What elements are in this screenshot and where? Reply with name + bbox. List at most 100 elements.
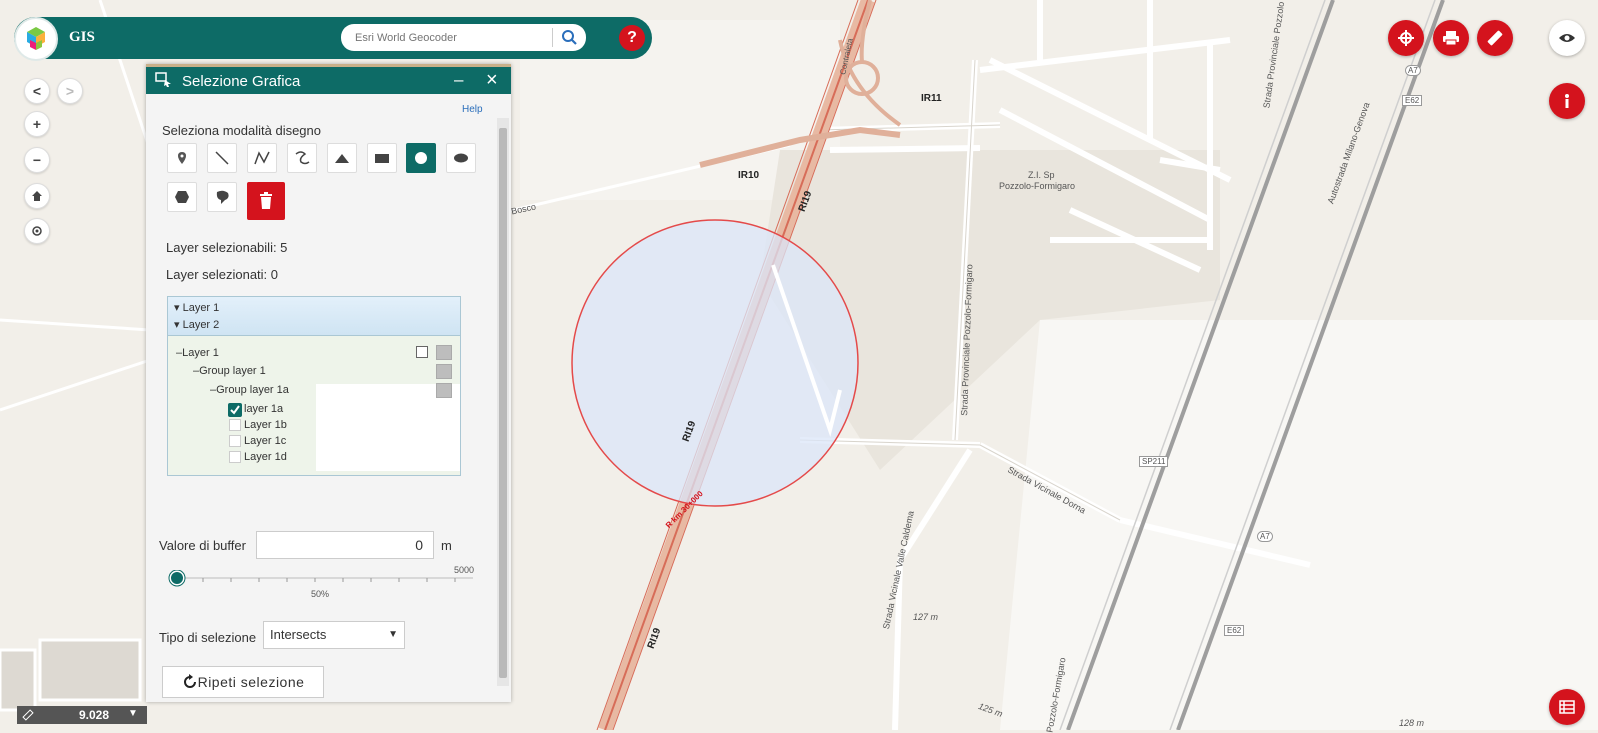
refresh-icon (183, 674, 196, 688)
locate-icon (32, 226, 42, 236)
zoom-in-button[interactable]: + (24, 111, 50, 137)
tree-head-layer-1-label: Layer 1 (182, 302, 220, 314)
label-ir10: IR10 (738, 170, 760, 181)
label-e62-a: E62 (1402, 95, 1423, 106)
selected-layers-count: Layer selezionati: 0 (166, 267, 279, 282)
home-button[interactable] (24, 183, 50, 209)
print-icon (1443, 31, 1459, 46)
pin-icon (178, 152, 186, 164)
draw-line-button[interactable] (207, 143, 237, 173)
layer-1b-checkbox[interactable] (229, 419, 241, 431)
layer-1-checkbox[interactable] (416, 346, 428, 358)
chevron-left-icon: < (32, 83, 42, 99)
selectable-layers-count: Layer selezionabili: 5 (166, 240, 288, 255)
tree-layer-1c[interactable]: Layer 1c (244, 435, 286, 447)
identify-tool-icon (1398, 30, 1414, 46)
repeat-selection-label: Ripeti selezione (197, 674, 305, 690)
minus-icon: − (32, 152, 42, 168)
draw-mode-label: Seleziona modalità disegno (162, 123, 321, 138)
panel-title: Selezione Grafica (182, 73, 301, 90)
layer-1c-checkbox[interactable] (229, 435, 241, 447)
circle-icon (415, 152, 427, 164)
clear-drawing-button[interactable] (247, 182, 285, 220)
app-logo[interactable] (14, 17, 58, 61)
panel-scrollbar[interactable] (497, 118, 509, 686)
caret-down-icon: ▼ (128, 708, 138, 719)
measure-button[interactable] (1477, 20, 1513, 56)
check-icon (230, 405, 240, 415)
tree-group-layer-1[interactable]: –Group layer 1 (193, 365, 266, 377)
tree-layer-1-label: Layer 1 (182, 347, 219, 359)
scale-value: 9.028 (79, 708, 110, 722)
freehand-polygon-icon (216, 190, 229, 204)
rectangle-icon (375, 154, 389, 163)
label-e62-b: E62 (1224, 625, 1245, 636)
scale-control[interactable]: 9.028 ▼ (17, 706, 147, 724)
group-layer-1-dropdown[interactable] (436, 364, 452, 379)
label-ir11: IR11 (921, 93, 942, 104)
search-input[interactable] (353, 28, 547, 48)
draw-ellipse-button[interactable] (446, 143, 476, 173)
table-button[interactable] (1549, 689, 1585, 725)
draw-freehand-line-button[interactable] (287, 143, 317, 173)
polygon-icon (175, 191, 189, 203)
buffer-input[interactable] (256, 531, 434, 559)
label-sp211: SP211 (1139, 456, 1169, 467)
zoom-out-button[interactable]: − (24, 147, 50, 173)
eye-icon (1559, 34, 1575, 42)
draw-point-button[interactable] (167, 143, 197, 173)
layers-tool-button[interactable] (1388, 20, 1424, 56)
group-layer-1a-dropdown[interactable] (436, 383, 452, 398)
selection-type-value: Intersects (270, 627, 327, 642)
selection-cursor-icon (155, 72, 171, 87)
tree-layer-1a[interactable]: layer 1a (244, 403, 283, 415)
tree-head-layer-2[interactable]: ▾ Layer 2 (174, 318, 219, 331)
ruler-icon (1487, 30, 1503, 46)
layer-1a-checkbox[interactable] (228, 403, 242, 417)
tree-layer-1d[interactable]: Layer 1d (244, 451, 287, 463)
minimize-icon[interactable]: – (454, 70, 463, 90)
tree-head-layer-2-label: Layer 2 (182, 319, 220, 331)
repeat-selection-button[interactable]: Ripeti selezione (162, 666, 324, 698)
selection-type-label: Tipo di selezione (159, 630, 257, 645)
search-divider (552, 28, 553, 47)
tree-group-layer-1a[interactable]: –Group layer 1a (210, 384, 289, 396)
info-button[interactable] (1549, 83, 1585, 119)
label-a7-b: A7 (1257, 531, 1273, 542)
print-button[interactable] (1433, 20, 1469, 56)
draw-rectangle-button[interactable] (367, 143, 397, 173)
search-button[interactable] (558, 28, 580, 47)
table-icon (1559, 700, 1575, 714)
back-button[interactable]: < (24, 78, 50, 104)
panel-help-link[interactable]: Help (462, 104, 483, 115)
label-zi: Z.I. Sp (1028, 170, 1055, 180)
line-icon (215, 151, 229, 165)
tree-layer-1[interactable]: –Layer 1 (176, 347, 219, 359)
app-title: GIS (69, 29, 95, 45)
visibility-button[interactable] (1549, 20, 1585, 56)
chevron-right-icon: > (65, 83, 75, 99)
draw-polygon-button[interactable] (167, 182, 197, 212)
draw-polyline-button[interactable] (247, 143, 277, 173)
layer-1d-checkbox[interactable] (229, 451, 241, 463)
label-elev-128: 128 m (1399, 718, 1425, 728)
tree-layer-1b[interactable]: Layer 1b (244, 419, 287, 431)
draw-triangle-button[interactable] (327, 143, 357, 173)
draw-circle-button[interactable] (406, 143, 436, 173)
search-icon (562, 30, 577, 45)
layer-tree-header: ▾ Layer 1 ▾ Layer 2 (168, 297, 460, 336)
panel-header: Selezione Grafica – × (146, 64, 511, 94)
selection-type-select[interactable]: Intersects ▼ (263, 621, 405, 649)
locate-button[interactable] (24, 218, 50, 244)
ruler-small-icon (22, 709, 34, 721)
draw-freehand-polygon-button[interactable] (207, 182, 237, 212)
slider-thumb[interactable] (169, 570, 185, 586)
slider-mid-label: 50% (311, 589, 330, 599)
panel-scroll-thumb[interactable] (499, 128, 507, 678)
close-icon[interactable]: × (486, 70, 498, 90)
layer-1-dropdown[interactable] (436, 345, 452, 360)
tree-head-layer-1[interactable]: ▾ Layer 1 (174, 301, 219, 314)
forward-button[interactable]: > (57, 78, 83, 104)
ellipse-icon (454, 153, 468, 163)
help-button[interactable]: ? (619, 25, 645, 51)
